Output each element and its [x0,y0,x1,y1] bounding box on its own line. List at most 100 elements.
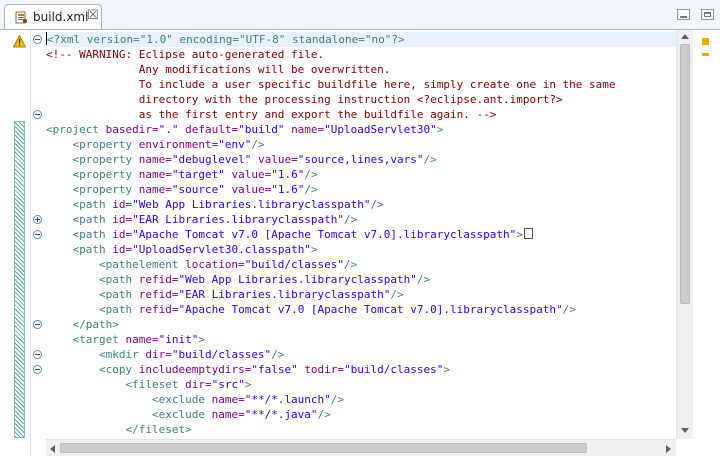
code-line: <pathelement location="build/classes"/> [46,257,357,272]
fold-collapse-icon[interactable] [33,230,42,239]
token-val: "**/*.launch" [244,393,331,406]
token-sp [46,303,99,316]
token-attr: value= [231,168,272,181]
token-attr: id= [112,228,133,241]
token-val: "build/classes" [171,348,272,361]
code-line: <exclude name="**/*.launch"/> [46,392,344,407]
horizontal-scroll-thumb[interactable] [60,443,587,453]
token-attr: dir= [145,348,172,361]
token-tag: <path [98,288,139,301]
token-attr: name= [138,168,172,181]
token-sp [46,183,73,196]
token-com: as the first entry and export the buildf… [46,108,497,121]
editor-bottom-edge [0,456,720,469]
token-val: "." [158,123,179,136]
token-attr: id= [112,213,133,226]
token-sp [46,198,73,211]
window-controls [671,9,714,28]
token-sp [46,333,73,346]
minimize-button[interactable] [676,9,690,20]
token-tag: /> [344,258,358,271]
token-tag: <exclude [151,393,212,406]
fold-collapse-icon[interactable] [33,320,42,329]
token-tag: > [198,333,205,346]
horizontal-scrollbar[interactable] [46,439,676,457]
token-tag: > [443,363,451,376]
vertical-scrollbar[interactable] [676,30,693,439]
token-attr: name= [138,153,172,166]
code-line: <?xml version="1.0" encoding="UTF-8" sta… [46,32,405,47]
code-line: <project basedir="." default="build" nam… [46,122,443,137]
code-line: <!-- WARNING: Eclipse auto-generated fil… [46,47,324,62]
token-attr: value= [257,153,298,166]
token-attr: refid= [138,303,179,316]
token-tag: <fileset [125,378,186,391]
fold-collapse-icon[interactable] [33,350,42,359]
token-tag: > [310,243,318,256]
token-attr: name= [125,333,159,346]
token-sp [46,168,73,181]
code-line: To include a user specific buildfile her… [46,77,616,92]
token-tag: <project [46,123,106,136]
code-line: <property name="debuglevel" value="sourc… [46,152,437,167]
token-tag: <property [72,138,139,151]
token-attr: refid= [138,273,179,286]
fold-collapse-icon[interactable] [33,110,42,119]
code-line: <property name="source" value="1.6"/> [46,182,318,197]
fold-collapse-icon[interactable] [33,35,42,44]
token-tag: <exclude [151,408,212,421]
token-sp [46,228,73,241]
token-com: To include a user specific buildfile her… [46,78,616,91]
warning-icon[interactable] [13,35,26,48]
token-attr: todir= [304,363,345,376]
token-tag: /> [251,138,265,151]
token-com: <!-- WARNING: Eclipse auto-generated fil… [46,48,325,61]
token-val: "target" [171,168,225,181]
token-attr: basedir= [105,123,159,136]
vertical-scroll-thumb[interactable] [680,44,690,304]
token-tag: <path [98,273,139,286]
token-sp [46,258,99,271]
scroll-right-icon[interactable] [666,445,671,453]
token-tag: > [436,123,444,136]
collapsed-region-marker[interactable] [523,228,533,239]
token-val: "EAR Libraries.libraryclasspath" [178,288,391,301]
code-line: <path refid="Apache Tomcat v7.0 [Apache … [46,302,576,317]
token-tag: /> [271,348,285,361]
occurrence-marker[interactable] [702,53,709,56]
token-sp [46,363,99,376]
token-com: directory with the processing instructio… [46,93,563,106]
close-icon[interactable]: ☒ [87,9,99,23]
token-val: "build/classes" [344,363,444,376]
token-tag: <target [72,333,126,346]
token-val: "1.6" [271,183,305,196]
token-tag: <property [72,168,139,181]
tab-build-xml[interactable]: build.xml ☒ [4,4,102,29]
token-tag: <property [72,183,139,196]
code-line: <path refid="EAR Libraries.libraryclassp… [46,287,404,302]
maximize-button[interactable] [701,9,714,20]
token-attr: name= [211,408,245,421]
text-area[interactable]: <?xml version="1.0" encoding="UTF-8" sta… [46,30,676,439]
quick-diff-change-bar [14,121,25,438]
token-sp [46,393,152,406]
token-attr: refid= [138,288,179,301]
token-sp [46,138,73,151]
token-tag: /> [390,288,404,301]
scroll-left-icon[interactable] [50,445,55,453]
code-line: <path id="EAR Libraries.libraryclasspath… [46,212,358,227]
code-line: <path id="UploadServlet30.classpath"> [46,242,318,257]
token-tag: > [516,228,523,241]
fold-collapse-icon[interactable] [33,365,42,374]
token-val: "UploadServlet30" [324,123,437,136]
scroll-down-icon[interactable] [681,428,689,433]
token-pi: <?xml version="1.0" encoding="UTF-8" sta… [47,33,405,46]
fold-expand-icon[interactable] [33,215,42,224]
code-line: <path id="Web App Libraries.libraryclass… [46,197,384,212]
token-attr: id= [112,198,133,211]
xml-editor: build.xml ☒ <?xml version="1.0" encoding… [0,0,720,469]
token-val: "Apache Tomcat v7.0 [Apache Tomcat v7.0]… [178,303,563,316]
scroll-up-icon[interactable] [681,34,689,39]
warning-marker-icon[interactable] [702,38,709,45]
token-tag: <path [98,303,139,316]
